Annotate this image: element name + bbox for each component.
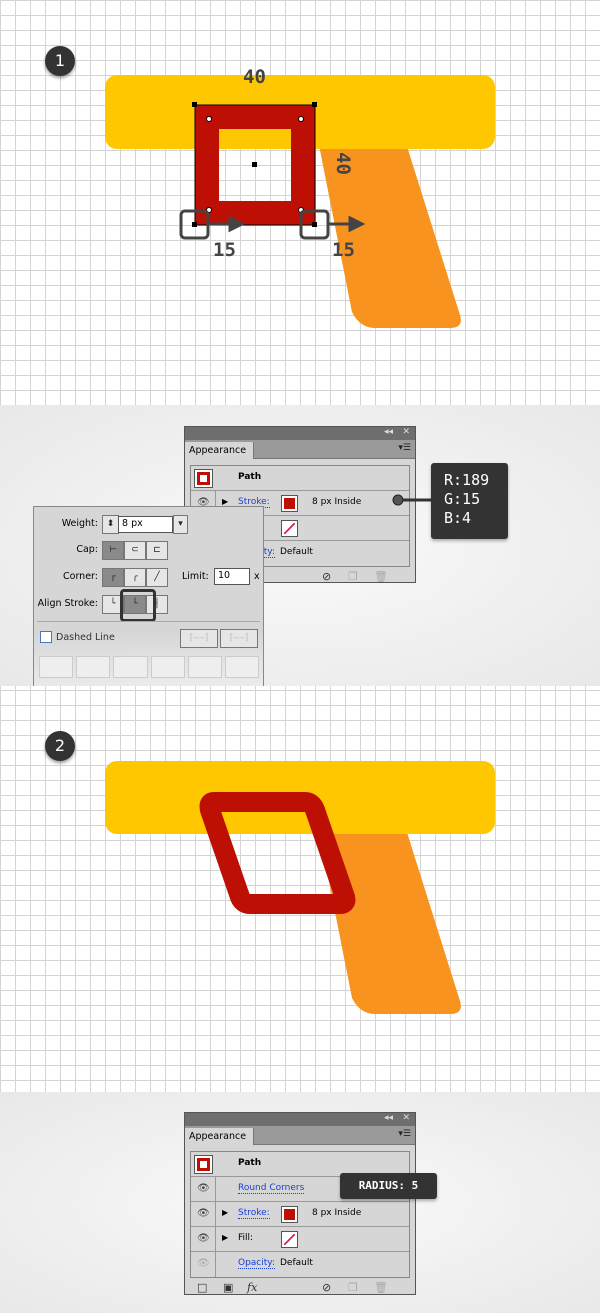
step-badge-2: 2 <box>45 731 75 761</box>
step-badge-1: 1 <box>45 46 75 76</box>
artboard-step-1: 40 40 15 15 1 <box>0 0 600 405</box>
opacity-link[interactable]: Opacity: <box>238 1258 275 1269</box>
trash-icon[interactable]: 🗑 <box>374 570 388 583</box>
dashed-line-checkbox[interactable] <box>40 631 52 643</box>
radius-tooltip: RADIUS: 5 <box>340 1173 437 1199</box>
blue-value: B:4 <box>444 509 472 527</box>
limit-input[interactable]: 10 <box>214 568 250 585</box>
expand-icon[interactable]: ▶ <box>222 1233 228 1242</box>
round-cap-button[interactable]: ⊂ <box>124 541 146 560</box>
butt-cap-button[interactable]: ⊢ <box>102 541 124 560</box>
dash-field[interactable] <box>39 656 74 678</box>
dash-gap-fields <box>39 656 260 678</box>
panel-menu-icon[interactable]: ▾☰ <box>398 443 411 453</box>
fill-swatch[interactable] <box>281 520 298 537</box>
eye-icon[interactable]: 👁 <box>197 1258 210 1269</box>
dash-preserve-button[interactable]: [‒‒] <box>180 629 218 648</box>
clear-appearance-icon[interactable]: ⊘ <box>322 570 331 583</box>
path-label: Path <box>238 1158 262 1168</box>
duplicate-icon[interactable]: ❐ <box>348 570 358 583</box>
path-label: Path <box>238 472 262 482</box>
clear-appearance-icon[interactable]: ⊘ <box>322 1281 331 1294</box>
weight-input[interactable]: 8 px <box>118 516 173 533</box>
artwork-step-1: 40 40 15 15 <box>105 66 495 328</box>
align-stroke-label: Align Stroke: <box>37 598 98 609</box>
dim-right-label: 15 <box>332 239 355 261</box>
add-stroke-icon[interactable]: □ <box>197 1281 207 1294</box>
cap-label: Cap: <box>76 544 98 555</box>
panel-menu-icon[interactable]: ▾☰ <box>398 1129 411 1139</box>
collapse-icon[interactable]: ◂◂ <box>384 1113 393 1123</box>
gap-field[interactable] <box>224 656 260 678</box>
stroke-swatch[interactable] <box>281 1206 298 1223</box>
trash-icon[interactable]: 🗑 <box>374 1281 388 1294</box>
close-icon[interactable]: ✕ <box>402 427 410 437</box>
weight-dropdown[interactable]: ▾ <box>173 515 188 534</box>
stroke-swatch[interactable] <box>281 495 298 512</box>
limit-unit: x <box>254 571 260 582</box>
tab-appearance[interactable]: Appearance <box>185 442 254 459</box>
green-value: G:15 <box>444 490 481 508</box>
round-join-button[interactable]: ╭ <box>124 568 146 587</box>
fill-label[interactable]: Fill: <box>238 1233 253 1243</box>
opacity-value: Default <box>280 1258 313 1268</box>
stroke-value: 8 px Inside <box>312 1208 362 1218</box>
dash-field[interactable] <box>187 656 222 678</box>
duplicate-icon[interactable]: ❐ <box>348 1281 358 1294</box>
stroke-panel: Weight: ⬍ 8 px ▾ Cap: ⊢ ⊂ ⊏ Corner: ┌ ╭ … <box>33 506 264 686</box>
stroke-link[interactable]: Stroke: <box>238 1208 270 1219</box>
dash-field[interactable] <box>113 656 148 678</box>
weight-stepper[interactable]: ⬍ <box>102 515 119 534</box>
round-corners-link[interactable]: Round Corners <box>238 1183 305 1194</box>
path-thumbnail <box>194 1155 213 1174</box>
limit-label: Limit: <box>182 571 209 582</box>
artboard-step-2: 2 <box>0 686 600 1092</box>
eye-icon[interactable]: 👁 <box>197 1208 210 1219</box>
align-inside-highlight <box>120 589 156 622</box>
corner-label: Corner: <box>63 571 98 582</box>
eye-icon[interactable]: 👁 <box>197 1183 210 1194</box>
miter-join-button[interactable]: ┌ <box>102 568 124 587</box>
eye-icon[interactable]: 👁 <box>197 1233 210 1244</box>
dim-left-label: 15 <box>213 239 236 261</box>
rgb-tooltip: R:189 G:15 B:4 <box>431 463 508 539</box>
gap-field[interactable] <box>76 656 111 678</box>
fill-swatch[interactable] <box>281 1231 298 1248</box>
dim-top-label: 40 <box>243 66 266 88</box>
close-icon[interactable]: ✕ <box>402 1113 410 1123</box>
gap-field[interactable] <box>150 656 185 678</box>
expand-icon[interactable]: ▶ <box>222 497 228 506</box>
dim-side-label: 40 <box>332 152 354 175</box>
add-fill-icon[interactable]: ▣ <box>223 1281 233 1294</box>
tab-appearance[interactable]: Appearance <box>185 1128 254 1145</box>
collapse-icon[interactable]: ◂◂ <box>384 427 393 437</box>
fx-button[interactable]: fx <box>247 1281 257 1294</box>
square-cap-button[interactable]: ⊏ <box>146 541 168 560</box>
path-thumbnail <box>194 469 213 488</box>
expand-icon[interactable]: ▶ <box>222 1208 228 1217</box>
appearance-panel-2: ◂◂ ✕ Appearance ▾☰ Path 👁 Round Corners 👁 ▶ S… <box>184 1112 416 1295</box>
weight-label: Weight: <box>61 518 98 529</box>
artwork-step-2 <box>105 761 495 1014</box>
red-value: R:189 <box>444 471 490 489</box>
stroke-value: 8 px Inside <box>312 497 362 507</box>
dash-align-button[interactable]: [‒‒] <box>220 629 258 648</box>
dashed-line-label: Dashed Line <box>56 632 115 643</box>
bevel-join-button[interactable]: ╱ <box>146 568 168 587</box>
tooltip-connector <box>392 494 435 506</box>
opacity-value: Default <box>280 547 313 557</box>
